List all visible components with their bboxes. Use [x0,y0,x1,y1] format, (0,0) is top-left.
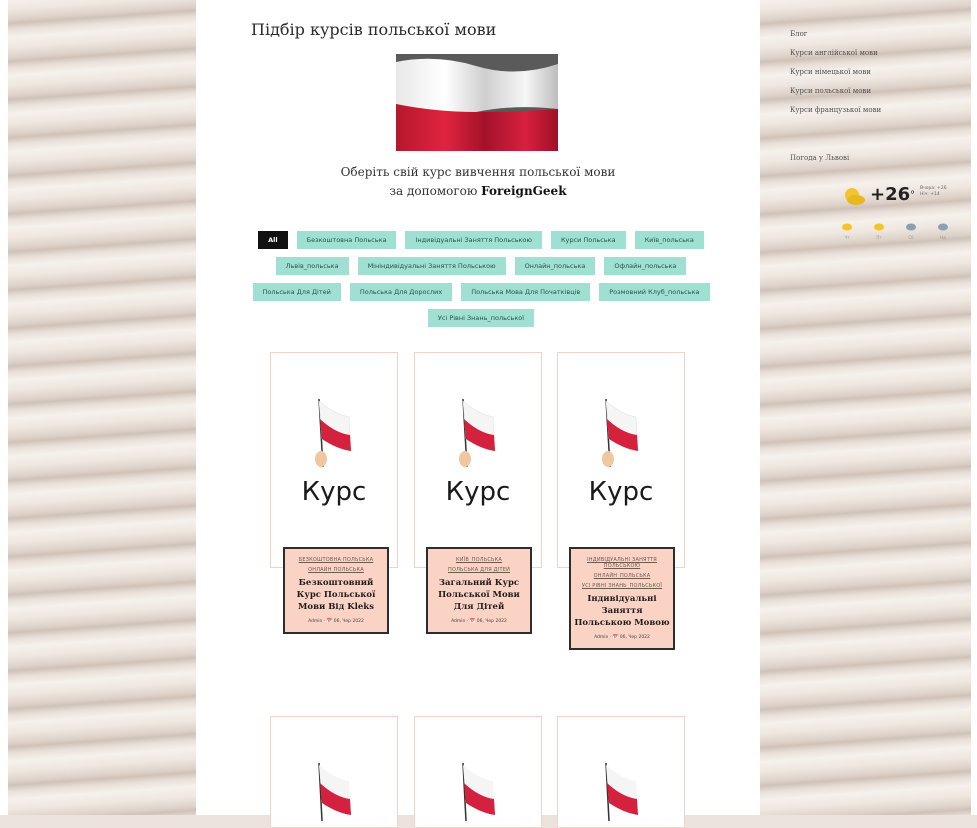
subtitle-line-2: за допомогою ForeignGeek [196,182,760,201]
card-title[interactable]: Безкоштовний Курс Польської Мови Від Kle… [286,577,386,613]
filter-chip[interactable]: Польська Мова Для Початківців [461,283,591,301]
course-image-label: Курс [445,477,511,507]
sun-icon [842,223,852,231]
filter-chip[interactable]: Мініндивідуальні Заняття Польською [357,257,506,275]
filter-chip[interactable]: Розмовний Клуб_польська [599,283,710,301]
card-meta: Admin · 📅 06, Чер 2022 [451,619,507,624]
card-title[interactable]: Індивідуальні Заняття Польською Мовою [572,593,672,629]
course-card-image[interactable] [414,716,542,828]
hand-flag-icon [318,762,351,821]
filter-chip[interactable]: Польська Для Дітей [252,283,341,301]
page-title: Підбір курсів польської мови [251,20,497,39]
card-category-link[interactable]: ІНДИВІДУАЛЬНІ ЗАНЯТТЯ ПОЛЬСЬКОЮ [572,557,672,569]
filter-chip[interactable]: Безкоштовна Польська [296,231,397,249]
filter-chip[interactable]: Львів_польська [275,257,349,275]
filter-chip[interactable]: Онлайн_польська [514,257,596,275]
sidebar-link-polish[interactable]: Курси польської мови [790,87,881,95]
course-card-image[interactable] [270,716,398,828]
cloud-icon [938,223,948,231]
filter-chip[interactable]: Індивідуальні Заняття Польською [405,231,542,249]
filter-chip[interactable]: Усі Рівні Знань_польської [427,309,535,327]
course-image-label: Курс [301,477,367,507]
card-meta: Admin · 📅 06, Чер 2022 [594,635,650,640]
sidebar-link-english[interactable]: Курси англійської мови [790,49,881,57]
weather-title: Погода у Львові [790,154,850,162]
card-category-link[interactable]: ПОЛЬСЬКА ДЛЯ ДІТЕЙ [429,567,529,573]
filter-bar: All Безкоштовна Польська Індивідуальні З… [246,231,716,327]
forecast-day: Чт [840,216,854,240]
card-meta: Admin · 📅 06, Чер 2022 [308,619,364,624]
sidebar-link-french[interactable]: Курси французької мови [790,106,881,114]
hand-flag-icon [605,762,638,821]
sidebar-link-blog[interactable]: Блог [790,30,881,38]
subtitle: Оберіть свій курс вивчення польської мов… [196,163,760,201]
sun-icon [874,223,884,231]
course-card-info[interactable]: КИЇВ_ПОЛЬСЬКА ПОЛЬСЬКА ДЛЯ ДІТЕЙ Загальн… [426,547,532,634]
filter-chip[interactable]: Київ_польська [634,231,704,249]
card-title[interactable]: Загальний Курс Польської Мови Для Дітей [429,577,529,613]
subtitle-line-1: Оберіть свій курс вивчення польської мов… [340,165,616,179]
course-card-image[interactable] [557,716,685,828]
hand-flag-icon [459,398,496,468]
hand-flag-icon [602,398,639,468]
subtitle-prefix: за допомогою [389,184,478,198]
cloud-icon [906,223,916,231]
card-category-link[interactable]: БЕЗКОШТОВНА ПОЛЬСЬКА [286,557,386,563]
forecast-day: Нд [936,216,950,240]
course-card-info[interactable]: ІНДИВІДУАЛЬНІ ЗАНЯТТЯ ПОЛЬСЬКОЮ ОНЛАЙН_П… [569,547,675,650]
forecast-day: Сб [904,216,918,240]
filter-chip[interactable]: Офлайн_польська [604,257,687,275]
course-card-image[interactable]: Курс [270,352,398,568]
main-content: Підбір курсів польської мови Оберіть сві… [196,0,760,828]
brand-name: ForeignGeek [481,184,567,198]
course-image-label: Курс [588,477,654,507]
card-category-link[interactable]: ОНЛАЙН ПОЛЬСЬКА [286,567,386,573]
hand-flag-icon [315,398,352,468]
filter-chip[interactable]: Курси Польська [550,231,626,249]
course-card-image[interactable]: Курс [557,352,685,568]
sidebar-link-german[interactable]: Курси німецької мови [790,68,881,76]
filter-chip[interactable]: Польська Для Дорослих [349,283,453,301]
temperature-unit: ° [910,190,915,201]
forecast-day: Пт [872,216,886,240]
polish-flag-image [396,54,558,151]
card-category-link[interactable]: ОНЛАЙН_ПОЛЬСЬКА [572,573,672,579]
min-max-temp: Вчора: +26 Ніч: +14 [920,186,947,197]
course-card-info[interactable]: БЕЗКОШТОВНА ПОЛЬСЬКА ОНЛАЙН ПОЛЬСЬКА Без… [283,547,389,634]
card-category-link[interactable]: КИЇВ_ПОЛЬСЬКА [429,557,529,563]
card-category-link[interactable]: УСІ РІВНІ ЗНАНЬ_ПОЛЬСЬКОЇ [572,583,672,589]
hand-flag-icon [462,762,495,821]
current-temperature: +26 [870,184,911,205]
weather-forecast: Чт Пт Сб Нд [840,216,950,240]
sidebar-nav: Блог Курси англійської мови Курси німець… [790,30,881,125]
filter-all[interactable]: All [258,231,288,249]
right-edge [971,0,977,815]
background-texture-left [0,0,196,815]
left-edge [0,0,8,815]
weather-widget: +26 ° Вчора: +26 Ніч: +14 Чт Пт Сб Нд [840,180,960,240]
sun-cloud-icon [845,188,865,205]
course-card-image[interactable]: Курс [414,352,542,568]
